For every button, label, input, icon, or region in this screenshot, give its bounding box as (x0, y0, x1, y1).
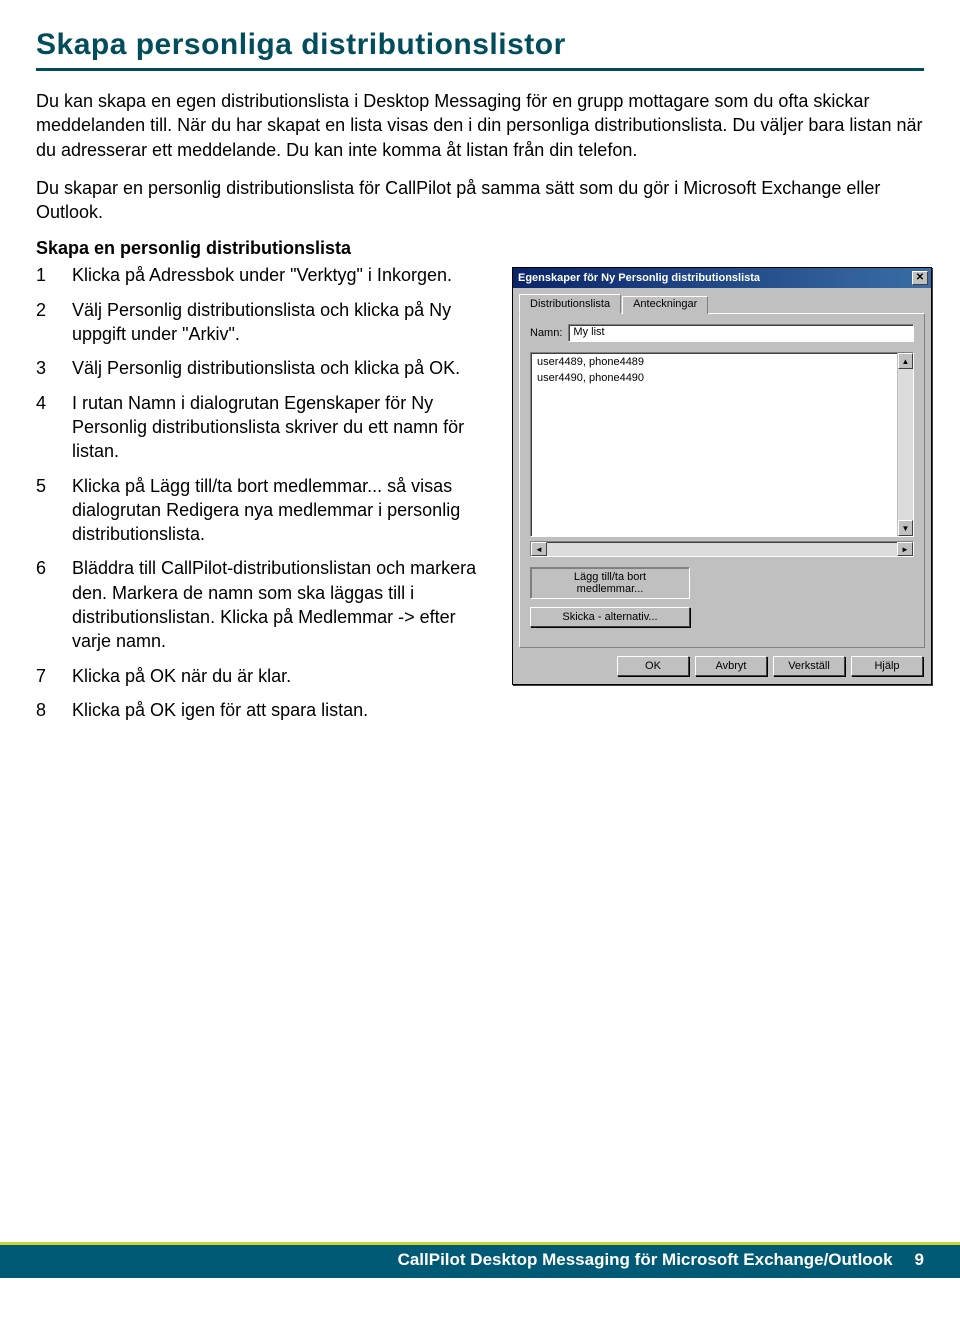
dialog-titlebar[interactable]: Egenskaper för Ny Personlig distribution… (513, 268, 931, 288)
list-item[interactable]: user4489, phone4489 (537, 355, 891, 370)
close-icon[interactable]: ✕ (912, 271, 928, 285)
properties-dialog: Egenskaper för Ny Personlig distribution… (512, 267, 932, 685)
vertical-scrollbar[interactable]: ▲ ▼ (897, 353, 913, 536)
name-input[interactable]: My list (568, 324, 914, 342)
scroll-left-icon[interactable]: ◄ (531, 542, 547, 556)
cancel-button[interactable]: Avbryt (695, 656, 767, 676)
dialog-tabpanel: Namn: My list user4489, phone4489 user44… (519, 313, 925, 648)
step-item: 8Klicka på OK igen för att spara listan. (36, 698, 496, 722)
page-title: Skapa personliga distributionslistor (36, 28, 924, 62)
section-subheading: Skapa en personlig distributionslista (36, 238, 924, 259)
scroll-down-icon[interactable]: ▼ (898, 520, 913, 536)
step-item: 1Klicka på Adressbok under "Verktyg" i I… (36, 263, 496, 287)
members-listbox-wrap: user4489, phone4489 user4490, phone4490 … (530, 352, 914, 537)
dialog-tabs: Distributionslista Anteckningar (519, 294, 925, 314)
dialog-button-row: OK Avbryt Verkställ Hjälp (513, 654, 931, 684)
send-options-button[interactable]: Skicka - alternativ... (530, 607, 690, 627)
footer-text: CallPilot Desktop Messaging för Microsof… (398, 1250, 924, 1270)
step-item: 6Bläddra till CallPilot-distributionslis… (36, 556, 496, 653)
apply-button[interactable]: Verkställ (773, 656, 845, 676)
step-item: 4I rutan Namn i dialogrutan Egenskaper f… (36, 391, 496, 464)
steps-list: 1Klicka på Adressbok under "Verktyg" i I… (36, 263, 496, 722)
horizontal-scrollbar[interactable]: ◄ ► (530, 541, 914, 557)
title-rule (36, 68, 924, 71)
add-remove-members-button[interactable]: Lägg till/ta bort medlemmar... (530, 567, 690, 599)
scroll-up-icon[interactable]: ▲ (898, 353, 913, 369)
step-item: 5Klicka på Lägg till/ta bort medlemmar..… (36, 474, 496, 547)
ok-button[interactable]: OK (617, 656, 689, 676)
name-label: Namn: (530, 327, 562, 339)
tab-anteckningar[interactable]: Anteckningar (622, 296, 708, 314)
step-item: 3Välj Personlig distributionslista och k… (36, 356, 496, 380)
intro-para-2: Du skapar en personlig distributionslist… (36, 176, 924, 225)
dialog-title: Egenskaper för Ny Personlig distribution… (518, 272, 760, 284)
intro-para-1: Du kan skapa en egen distributionslista … (36, 89, 924, 162)
tab-distributionslista[interactable]: Distributionslista (519, 294, 621, 314)
page-number: 9 (915, 1250, 924, 1270)
list-item[interactable]: user4490, phone4490 (537, 371, 891, 386)
members-listbox[interactable]: user4489, phone4489 user4490, phone4490 (531, 353, 897, 536)
step-item: 2Välj Personlig distributionslista och k… (36, 298, 496, 347)
scroll-right-icon[interactable]: ► (897, 542, 913, 556)
help-button[interactable]: Hjälp (851, 656, 923, 676)
step-item: 7Klicka på OK när du är klar. (36, 664, 496, 688)
